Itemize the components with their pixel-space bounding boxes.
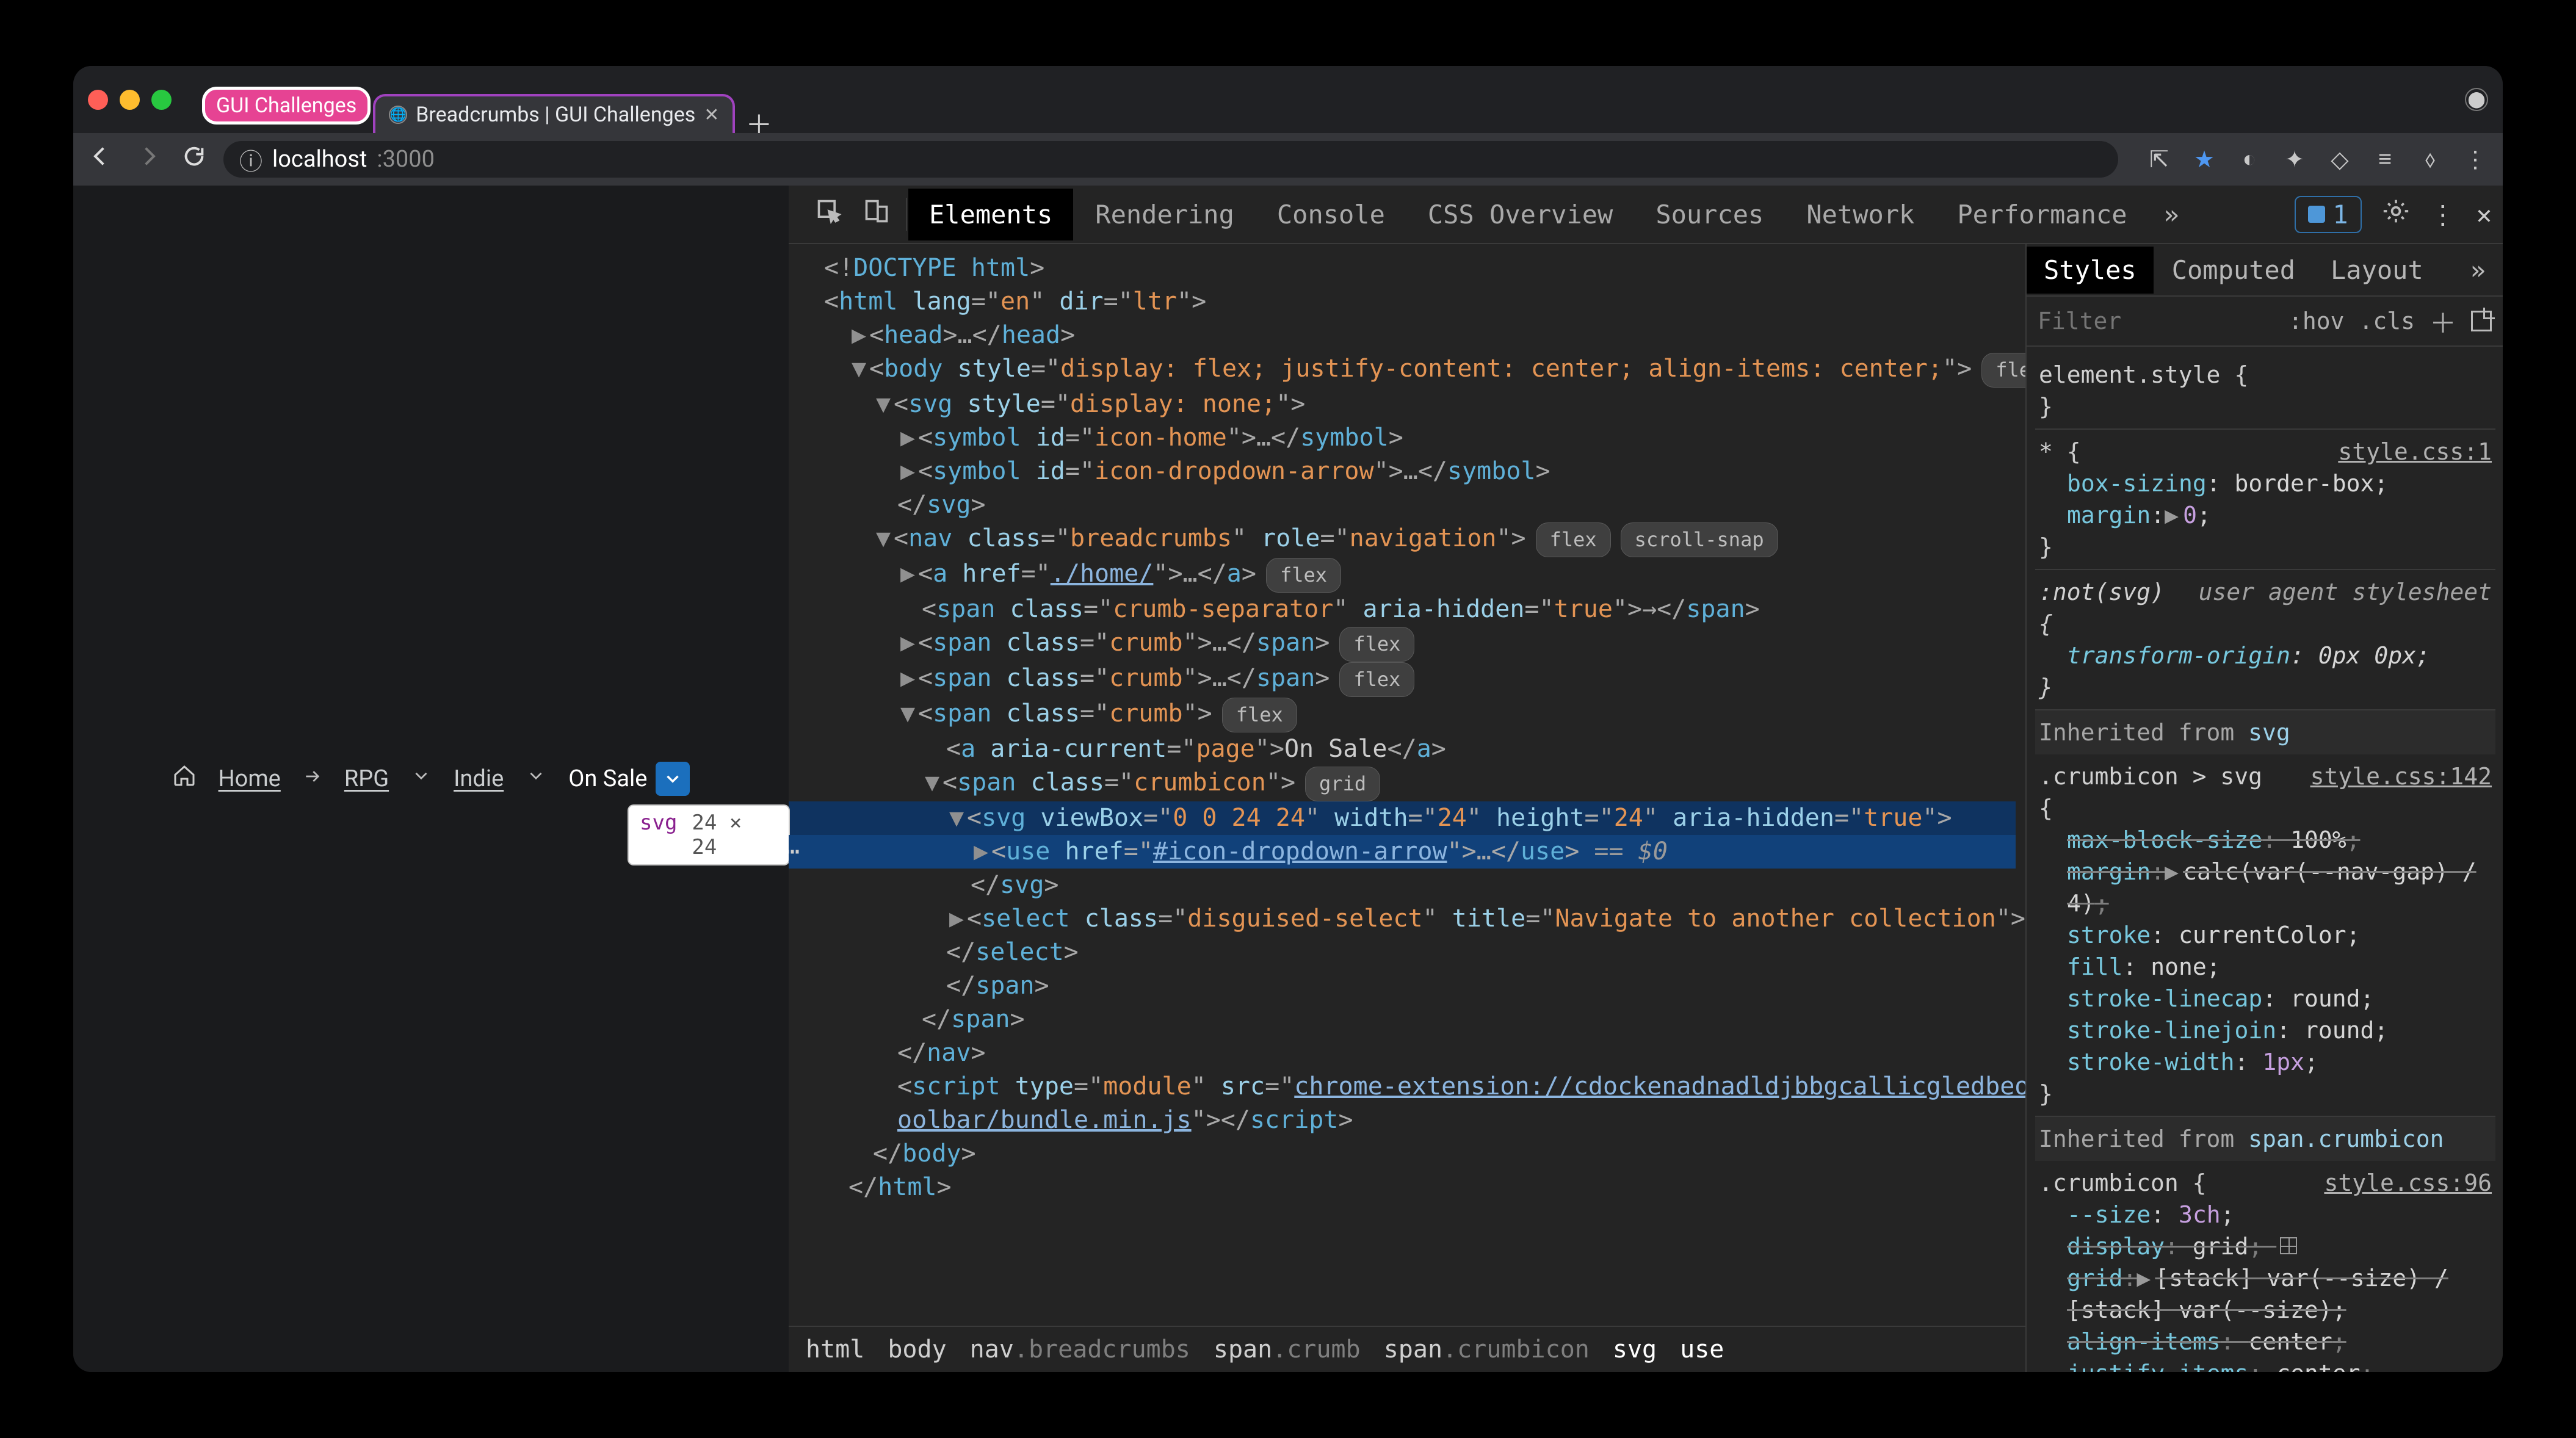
extensions-icon[interactable]: ✦ — [2283, 148, 2306, 171]
extension-2-icon[interactable]: ⬨ — [2419, 148, 2442, 171]
titlebar: GUI Challenges 🌐 Breadcrumbs | GUI Chall… — [73, 66, 2503, 133]
elements-panel: <!DOCTYPE html> <html lang="en" dir="ltr… — [789, 244, 2027, 1372]
close-tab-icon[interactable]: ✕ — [704, 104, 719, 126]
back-button[interactable] — [89, 144, 114, 175]
breadcrumb-rpg[interactable]: RPG — [344, 765, 389, 792]
dom-breadcrumb-trail[interactable]: html body nav.breadcrumbs span.crumb spa… — [789, 1326, 2025, 1372]
tab-css-overview[interactable]: CSS Overview — [1407, 189, 1634, 240]
styles-tabs: Styles Computed Layout » — [2027, 244, 2503, 297]
content-area: svg 24 × 24 Home RPG Indie On Sale — [73, 186, 2503, 1372]
breadcrumb-home[interactable]: Home — [219, 765, 281, 792]
styles-filter-row: :hov .cls ＋ — [2027, 297, 2503, 347]
tab-gui-challenges-pinned[interactable]: GUI Challenges — [202, 87, 371, 125]
devtools-kebab-icon[interactable]: ⋮ — [2430, 200, 2456, 229]
tab-rendering[interactable]: Rendering — [1074, 189, 1255, 240]
separator-icon — [303, 765, 322, 792]
reading-list-icon[interactable]: ≡ — [2373, 148, 2397, 171]
tab-sources[interactable]: Sources — [1635, 189, 1784, 240]
browser-tabs: GUI Challenges 🌐 Breadcrumbs | GUI Chall… — [202, 66, 769, 133]
toolbar-right: ⇱ ★ ◐ ✦ ◇ ≡ ⬨ ⋮ — [2147, 148, 2487, 171]
styles-filter-input[interactable] — [2038, 308, 2196, 334]
element-hover-tooltip: svg 24 × 24 — [629, 806, 789, 864]
style-rules[interactable]: element.style { } style.css:1* { box-siz… — [2027, 347, 2503, 1372]
share-icon[interactable]: ⇱ — [2147, 148, 2171, 171]
tab-styles[interactable]: Styles — [2027, 247, 2154, 294]
chevron-down-icon[interactable] — [411, 765, 432, 792]
more-tabs-icon[interactable]: » — [2149, 200, 2194, 229]
url-port: :3000 — [377, 146, 435, 173]
issues-badge[interactable]: 1 — [2295, 196, 2361, 233]
hov-toggle[interactable]: :hov — [2288, 308, 2345, 334]
inspect-element-icon[interactable] — [816, 198, 842, 231]
home-icon — [172, 764, 197, 794]
breadcrumb-on-sale: On Sale — [568, 765, 647, 792]
settings-gear-icon[interactable] — [2382, 198, 2409, 231]
tooltip-tag: svg — [640, 811, 677, 859]
tab-performance[interactable]: Performance — [1936, 189, 2147, 240]
new-rule-icon[interactable]: ＋ — [2429, 302, 2456, 341]
chevron-down-icon[interactable] — [526, 765, 546, 792]
url-bar[interactable]: ⓘ localhost :3000 — [223, 141, 2118, 178]
issues-icon — [2308, 206, 2325, 223]
devtools-close-icon[interactable]: ✕ — [2477, 200, 2492, 229]
devtools: Elements Rendering Console CSS Overview … — [789, 186, 2503, 1372]
dom-tree[interactable]: <!DOCTYPE html> <html lang="en" dir="ltr… — [789, 244, 2025, 1326]
close-window-icon[interactable] — [88, 90, 108, 110]
tab-elements[interactable]: Elements — [908, 189, 1073, 240]
browser-toolbar: ⓘ localhost :3000 ⇱ ★ ◐ ✦ ◇ ≡ ⬨ ⋮ — [73, 133, 2503, 186]
tooltip-dimensions: 24 × 24 — [692, 811, 778, 859]
tab-network[interactable]: Network — [1785, 189, 1935, 240]
extension-1-icon[interactable]: ◐ — [2238, 148, 2261, 171]
fullscreen-window-icon[interactable] — [151, 90, 172, 110]
rendered-page: svg 24 × 24 Home RPG Indie On Sale — [73, 186, 789, 1372]
computed-toggle-icon[interactable] — [2471, 311, 2492, 331]
tab-layout[interactable]: Layout — [2314, 247, 2440, 294]
breadcrumb-indie[interactable]: Indie — [454, 765, 504, 792]
bookmark-star-icon[interactable]: ★ — [2193, 148, 2216, 171]
account-avatar-icon[interactable]: ⬤ — [2465, 88, 2488, 111]
reload-button[interactable] — [182, 144, 206, 175]
site-info-icon[interactable]: ⓘ — [239, 143, 262, 176]
device-toggle-icon[interactable] — [863, 198, 890, 231]
new-tab-button[interactable]: ＋ — [748, 112, 769, 133]
browser-window: GUI Challenges 🌐 Breadcrumbs | GUI Chall… — [73, 66, 2503, 1372]
tab-console[interactable]: Console — [1256, 189, 1406, 240]
kebab-menu-icon[interactable]: ⋮ — [2464, 148, 2487, 171]
url-host: localhost — [272, 146, 367, 173]
breadcrumb-nav: Home RPG Indie On Sale — [172, 762, 690, 796]
tab-computed[interactable]: Computed — [2155, 247, 2312, 294]
forward-button[interactable] — [136, 144, 160, 175]
styles-panel: Styles Computed Layout » :hov .cls ＋ — [2027, 244, 2503, 1372]
globe-icon: 🌐 — [389, 106, 407, 124]
on-sale-dropdown[interactable] — [656, 762, 690, 796]
cls-toggle[interactable]: .cls — [2359, 308, 2415, 334]
tab-title: Breadcrumbs | GUI Challenges — [416, 103, 695, 127]
styles-more-icon[interactable]: » — [2462, 255, 2494, 285]
tab-breadcrumbs[interactable]: 🌐 Breadcrumbs | GUI Challenges ✕ — [373, 94, 735, 133]
traffic-lights — [88, 90, 172, 110]
devtools-tabs: Elements Rendering Console CSS Overview … — [789, 186, 2503, 244]
profile-icon[interactable]: ◇ — [2328, 148, 2351, 171]
minimize-window-icon[interactable] — [120, 90, 140, 110]
